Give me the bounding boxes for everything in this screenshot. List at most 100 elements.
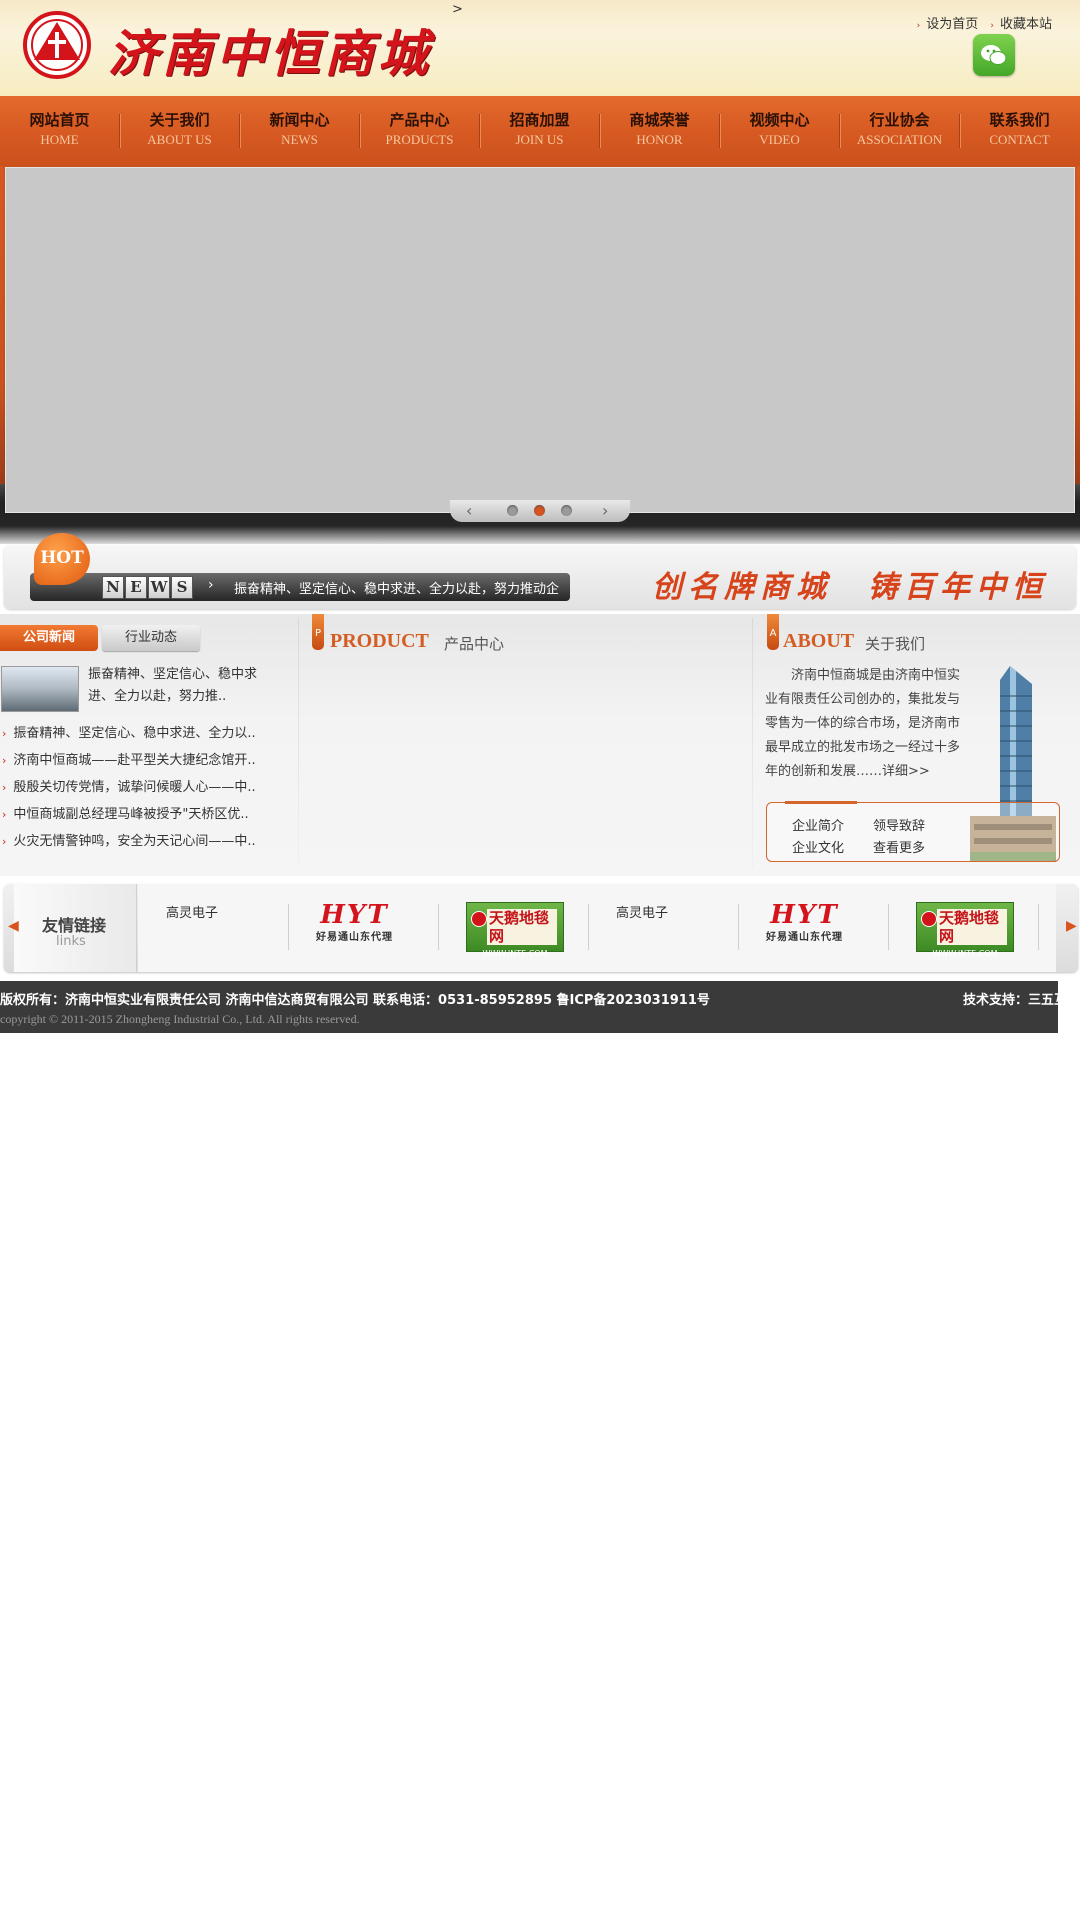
- nav-label-en: NEWS: [281, 132, 318, 147]
- bullet-arrow-icon: ›: [2, 808, 7, 821]
- slider-next-icon[interactable]: ›: [602, 500, 608, 522]
- hyt-logo: HYT: [770, 900, 839, 930]
- news-item-title: 殷殷关切传党情，诚挚问候暖人心——中..: [13, 780, 256, 795]
- tian-logo-url: WWW.JNTE.COM: [932, 949, 998, 958]
- nav-video[interactable]: 视频中心 VIDEO: [720, 110, 839, 152]
- partner-divider: [588, 904, 589, 950]
- about-link-more[interactable]: 查看更多: [873, 837, 925, 856]
- tian-logo-url: WWW.JNTE.COM: [482, 949, 548, 958]
- column-divider: [752, 618, 753, 868]
- partner-link[interactable]: HYT 好易通山东代理: [766, 902, 843, 950]
- partner-link[interactable]: 天鹅地毯网 WWW.JNTE.COM: [916, 902, 1014, 958]
- nav-label: 关于我们: [149, 111, 210, 129]
- news-item-title: 振奋精神、坚定信心、稳中求进、全力以..: [13, 726, 256, 741]
- list-item[interactable]: › 济南中恒商城——赴平型关大捷纪念馆开..: [0, 747, 270, 774]
- main-nav: 网站首页 HOME 关于我们 ABOUT US 新闻中心 NEWS 产品中心 PRODU…: [0, 96, 1080, 166]
- nav-label: 视频中心: [749, 111, 810, 129]
- logo-emblem-icon[interactable]: [22, 10, 92, 80]
- slider-dot[interactable]: [561, 505, 572, 516]
- bullet-arrow-icon: ›: [2, 727, 7, 740]
- product-heading[interactable]: 产品中心: [444, 633, 504, 654]
- hyt-logo-caption: 好易通山东代理: [766, 932, 843, 943]
- links-prev-icon[interactable]: ◀: [8, 918, 19, 934]
- nav-association[interactable]: 行业协会 ASSOCIATION: [840, 110, 959, 152]
- about-link-culture[interactable]: 企业文化: [792, 837, 844, 856]
- links-title: 友情链接: [42, 916, 107, 935]
- news-feature-text[interactable]: 振奋精神、坚定信心、稳中求进、全力以赴，努力推..: [88, 664, 263, 708]
- nav-label: 联系我们: [989, 111, 1050, 129]
- links-next-icon[interactable]: ▶: [1066, 918, 1077, 934]
- logo-text[interactable]: 济南中恒商城: [108, 14, 432, 86]
- slider-dot[interactable]: [507, 505, 518, 516]
- wechat-icon[interactable]: [973, 34, 1015, 76]
- news-letter: W: [148, 576, 170, 599]
- about-tag-icon: A: [767, 614, 779, 650]
- set-home-link[interactable]: 设为首页: [926, 17, 978, 32]
- slogan: 创名牌商城 铸百年中恒: [652, 570, 1048, 605]
- partner-link[interactable]: 天鹅地毯网 WWW.JNTE.COM: [466, 902, 564, 958]
- news-list: › 振奋精神、坚定信心、稳中求进、全力以.. › 济南中恒商城——赴平型关大捷纪念馆…: [0, 720, 270, 855]
- partner-divider: [888, 904, 889, 950]
- top-links: › 设为首页 › 收藏本站: [909, 13, 1052, 32]
- partner-link[interactable]: 高灵电子: [616, 902, 668, 950]
- footer-copyright: 版权所有：济南中恒实业有限责任公司 济南中信达商贸有限公司 联系电话：0531-…: [0, 993, 710, 1008]
- partner-link[interactable]: 高灵电子: [166, 902, 218, 950]
- bookmark-link[interactable]: 收藏本站: [1000, 17, 1052, 32]
- arrow-icon: ›: [916, 21, 921, 31]
- nav-label: 招商加盟: [509, 111, 570, 129]
- product-heading-en: PRODUCT: [330, 630, 429, 652]
- nav-label-en: ABOUT US: [147, 132, 212, 147]
- news-letter: N: [102, 576, 124, 599]
- nav-label-en: HONOR: [636, 132, 683, 147]
- about-link-leader[interactable]: 领导致辞: [873, 815, 925, 834]
- nav-label: 新闻中心: [269, 111, 330, 129]
- about-summary[interactable]: 济南中恒商城是由济南中恒实业有限责任公司创办的，集批发与零售为一体的综合市场，是…: [765, 664, 965, 784]
- about-link-intro[interactable]: 企业简介: [792, 815, 844, 834]
- footer-tech-support[interactable]: 技术支持：三五互联: [963, 989, 1058, 1008]
- nav-label-en: ASSOCIATION: [856, 132, 943, 147]
- nav-label: 网站首页: [29, 111, 90, 129]
- hyt-logo-caption: 好易通山东代理: [316, 932, 393, 943]
- header-separator: >: [452, 2, 463, 17]
- banner-slide[interactable]: [5, 167, 1075, 513]
- broken-image-alt: 高灵电子: [166, 906, 219, 921]
- nav-label-en: CONTACT: [989, 132, 1050, 147]
- partner-divider: [288, 904, 289, 950]
- partner-divider: [1038, 904, 1039, 950]
- about-links-box: 企业简介 领导致辞 企业文化 查看更多: [766, 801, 1060, 862]
- nav-news[interactable]: 新闻中心 NEWS: [240, 110, 359, 152]
- list-item[interactable]: › 火灾无情警钟鸣，安全为天记心间——中..: [0, 828, 270, 855]
- nav-about[interactable]: 关于我们 ABOUT US: [120, 110, 239, 152]
- nav-label-en: JOIN US: [515, 132, 564, 147]
- list-item[interactable]: › 中恒商城副总经理马峰被授予"天桥区优..: [0, 801, 270, 828]
- slider-prev-icon[interactable]: ‹: [466, 500, 472, 522]
- partner-divider: [738, 904, 739, 950]
- tab-industry-news[interactable]: 行业动态: [102, 625, 200, 651]
- nav-label: 行业协会: [869, 111, 930, 129]
- nav-home[interactable]: 网站首页 HOME: [0, 110, 119, 152]
- product-tag-icon: P: [312, 614, 324, 650]
- news-letter: E: [125, 576, 147, 599]
- news-feature-image[interactable]: [1, 666, 79, 712]
- footer-copyright-en: copyright © 2011-2015 Zhongheng Industri…: [0, 1012, 360, 1026]
- nav-join[interactable]: 招商加盟 JOIN US: [480, 110, 599, 152]
- news-item-title: 中恒商城副总经理马峰被授予"天桥区优..: [13, 807, 249, 822]
- partner-link[interactable]: HYT 好易通山东代理: [316, 902, 393, 950]
- nav-contact[interactable]: 联系我们 CONTACT: [960, 110, 1079, 152]
- list-item[interactable]: › 振奋精神、坚定信心、稳中求进、全力以..: [0, 720, 270, 747]
- slider-controls: ‹ ›: [450, 500, 630, 522]
- tab-company-news[interactable]: 公司新闻: [0, 625, 98, 651]
- about-heading-en: ABOUT: [783, 630, 855, 652]
- tian-seal-icon: [921, 911, 937, 927]
- column-divider: [298, 618, 299, 868]
- news-ticker-text[interactable]: 振奋精神、坚定信心、稳中求进、全力以赴，努力推动企: [234, 578, 559, 597]
- list-item[interactable]: › 殷殷关切传党情，诚挚问候暖人心——中..: [0, 774, 270, 801]
- about-heading[interactable]: 关于我们: [865, 633, 925, 654]
- nav-honor[interactable]: 商城荣誉 HONOR: [600, 110, 719, 152]
- news-item-title: 济南中恒商城——赴平型关大捷纪念馆开..: [13, 753, 256, 768]
- broken-image-alt: 高灵电子: [616, 906, 669, 921]
- bullet-arrow-icon: ›: [2, 835, 7, 848]
- slider-dot-active[interactable]: [534, 505, 545, 516]
- nav-products[interactable]: 产品中心 PRODUCTS: [360, 110, 479, 152]
- bullet-arrow-icon: ›: [2, 781, 7, 794]
